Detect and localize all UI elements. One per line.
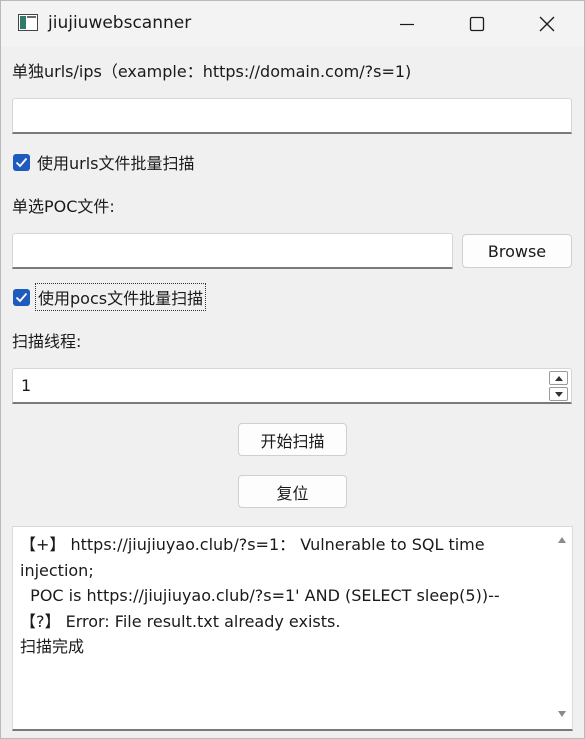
batch-pocs-checkbox-row[interactable]: 使用pocs文件批量扫描 xyxy=(13,283,207,311)
close-button[interactable] xyxy=(512,1,582,47)
threads-label: 扫描线程: xyxy=(12,332,82,351)
browse-button[interactable]: Browse xyxy=(462,234,572,268)
log-line: 【+】 https://jiujiuyao.club/?s=1： Vulnera… xyxy=(20,535,490,580)
minimize-button[interactable] xyxy=(372,1,442,47)
app-window-icon xyxy=(18,14,38,31)
title-bar: jiujiuwebscanner xyxy=(1,1,584,47)
minimize-icon xyxy=(400,23,414,26)
start-scan-button[interactable]: 开始扫描 xyxy=(238,423,347,456)
threads-spinbox[interactable]: 1 xyxy=(12,368,572,404)
triangle-down-icon xyxy=(555,392,563,397)
output-scrollbar[interactable] xyxy=(552,527,572,729)
reset-button[interactable]: 复位 xyxy=(238,475,347,508)
app-window: jiujiuwebscanner 单独urls/ips（example：http… xyxy=(0,0,585,739)
batch-urls-checkbox[interactable] xyxy=(13,153,30,171)
scroll-down-icon[interactable] xyxy=(557,710,567,718)
threads-value: 1 xyxy=(21,376,32,395)
threads-decrement-button[interactable] xyxy=(549,387,568,401)
log-line: 【?】 Error: File result.txt already exist… xyxy=(20,611,341,631)
batch-urls-label: 使用urls文件批量扫描 xyxy=(37,154,195,173)
checkmark-icon xyxy=(15,292,28,302)
poc-label: 单选POC文件: xyxy=(12,197,115,216)
scroll-up-icon[interactable] xyxy=(557,536,567,544)
close-icon xyxy=(539,16,555,32)
log-line: POC is https://jiujiuyao.club/?s=1' AND … xyxy=(20,586,500,605)
window-title: jiujiuwebscanner xyxy=(48,13,192,33)
log-line: 扫描完成 xyxy=(20,637,85,656)
threads-field[interactable]: 1 xyxy=(12,368,572,404)
checkmark-icon xyxy=(15,157,28,167)
batch-urls-checkbox-row[interactable]: 使用urls文件批量扫描 xyxy=(13,151,195,173)
url-label: 单独urls/ips（example：https://domain.com/?s… xyxy=(12,62,412,81)
triangle-up-icon xyxy=(555,376,563,381)
threads-increment-button[interactable] xyxy=(549,371,568,385)
output-log[interactable]: 【+】 https://jiujiuyao.club/?s=1： Vulnera… xyxy=(12,526,573,731)
batch-pocs-label: 使用pocs文件批量扫描 xyxy=(34,283,207,311)
url-input[interactable] xyxy=(12,98,572,134)
poc-file-input[interactable] xyxy=(12,233,453,269)
maximize-icon xyxy=(469,16,485,32)
maximize-button[interactable] xyxy=(442,1,512,47)
batch-pocs-checkbox[interactable] xyxy=(13,288,30,306)
output-lines: 【+】 https://jiujiuyao.club/?s=1： Vulnera… xyxy=(20,532,540,660)
